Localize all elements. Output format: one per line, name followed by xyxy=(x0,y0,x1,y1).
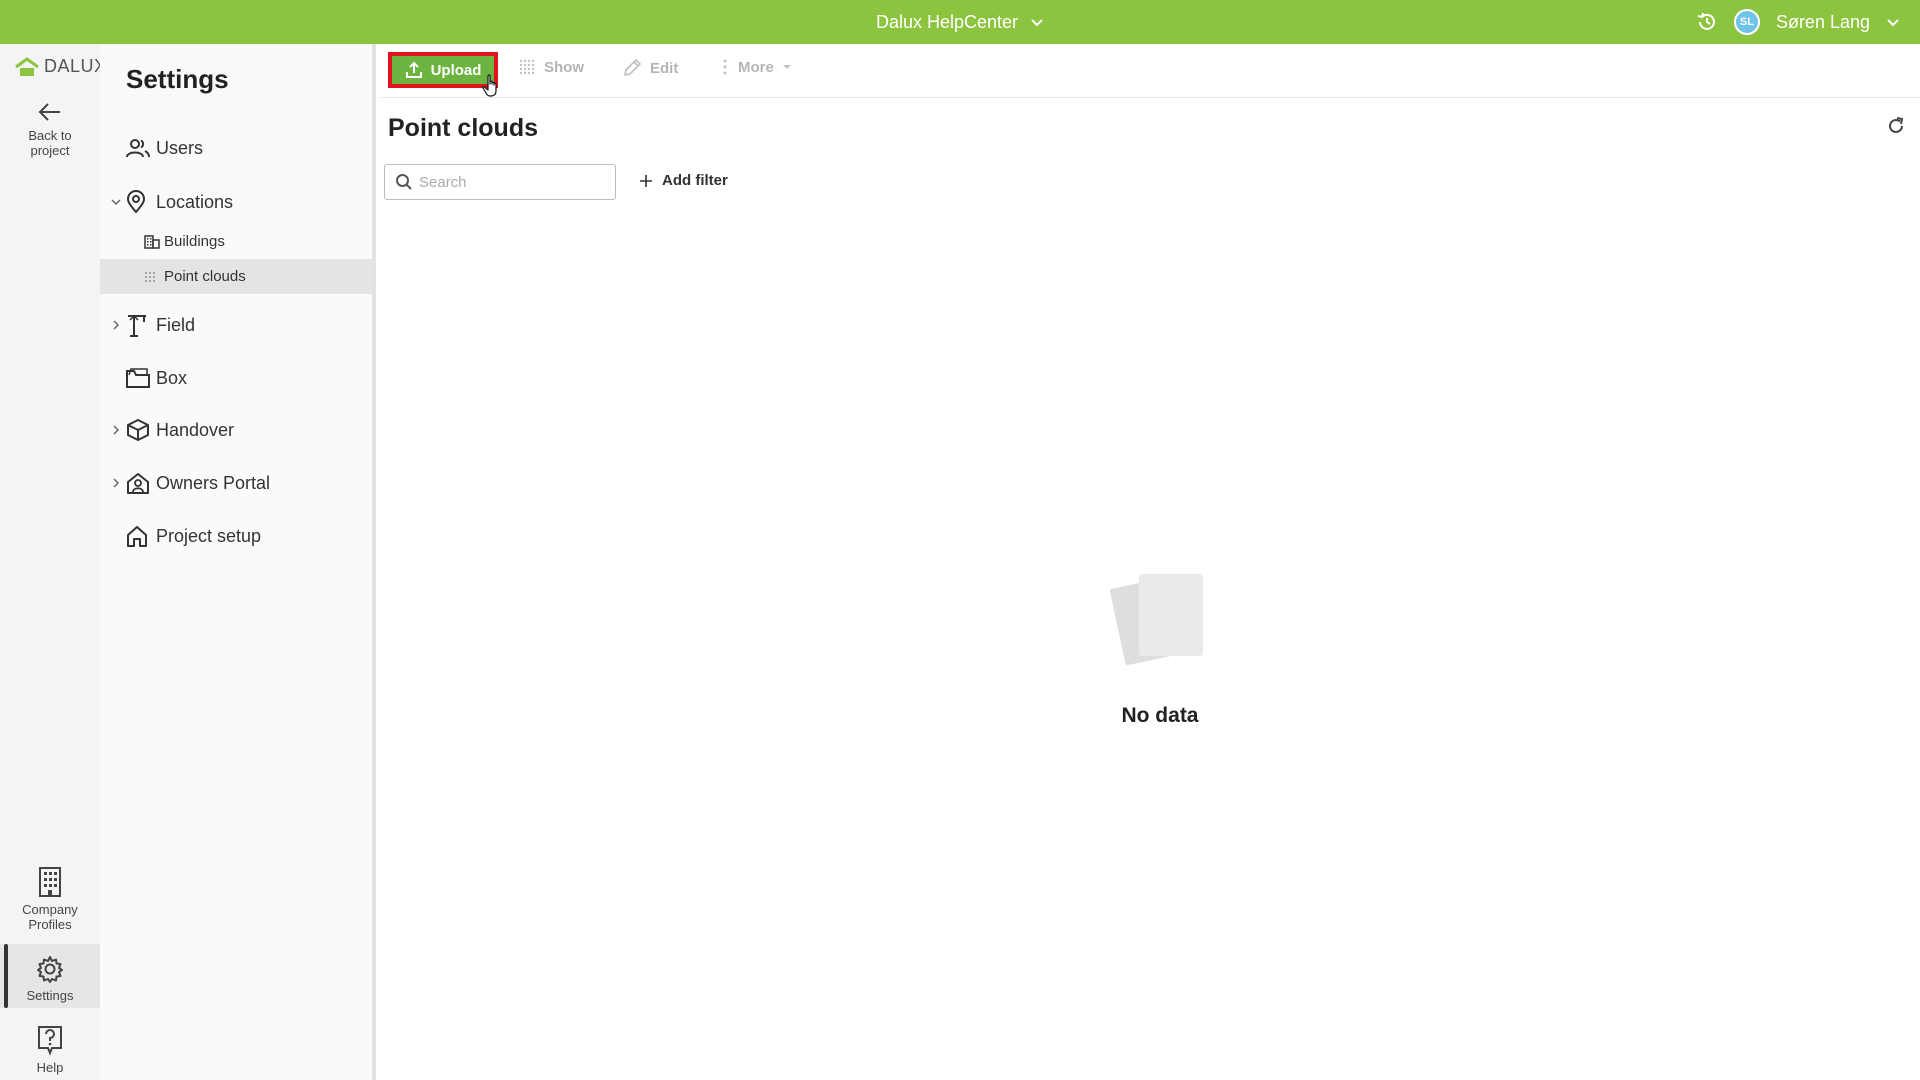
help-label: Help xyxy=(36,1060,64,1075)
owners-portal-icon xyxy=(126,472,156,494)
settings-item-field[interactable]: Field xyxy=(100,307,372,343)
buildings-icon xyxy=(144,234,164,249)
more-label: More xyxy=(738,58,774,76)
settings-nav-label: Settings xyxy=(26,988,74,1003)
chevron-right-icon[interactable] xyxy=(100,424,126,436)
edit-label: Edit xyxy=(650,59,679,77)
users-icon xyxy=(126,138,156,158)
left-rail: DALUX Back to project Company Profiles S… xyxy=(0,44,106,1080)
settings-item-project-setup[interactable]: Project setup xyxy=(100,518,372,554)
building-icon xyxy=(39,867,61,897)
point-cloud-icon xyxy=(144,271,164,283)
logo-text: DALUX xyxy=(44,56,107,76)
company-profiles-label: Company Profiles xyxy=(22,902,78,932)
empty-state-label: No data xyxy=(1121,704,1199,727)
settings-item-label: Field xyxy=(156,314,196,335)
caret-down-icon xyxy=(782,65,791,69)
empty-document-icon xyxy=(1109,574,1203,666)
search-input[interactable] xyxy=(419,173,599,191)
chevron-down-icon[interactable] xyxy=(100,196,126,208)
add-filter-button[interactable]: Add filter xyxy=(638,172,728,189)
settings-item-box[interactable]: Box xyxy=(100,360,372,396)
top-bar: Dalux HelpCenter SL Søren Lang xyxy=(0,0,1920,44)
field-crane-icon xyxy=(126,313,156,337)
more-menu-button[interactable]: More xyxy=(720,58,792,76)
chevron-right-icon[interactable] xyxy=(100,319,126,331)
settings-subitem-buildings[interactable]: Buildings xyxy=(100,224,372,259)
pencil-icon xyxy=(624,59,641,76)
handover-cube-icon xyxy=(126,418,156,442)
location-pin-icon xyxy=(126,190,156,214)
upload-label: Upload xyxy=(430,61,482,79)
avatar[interactable]: SL xyxy=(1733,9,1760,35)
settings-item-label: Project setup xyxy=(156,525,262,546)
project-selector[interactable]: Dalux HelpCenter xyxy=(876,0,1044,44)
help-button[interactable]: Help xyxy=(0,1024,100,1075)
house-logo-icon xyxy=(15,57,39,76)
settings-subitem-label: Point clouds xyxy=(164,268,246,285)
settings-subitem-label: Buildings xyxy=(164,233,225,250)
edit-button[interactable]: Edit xyxy=(622,58,678,78)
search-icon xyxy=(396,174,412,190)
grid-dots-icon xyxy=(519,59,535,75)
more-vertical-icon xyxy=(723,59,727,75)
empty-state: No data xyxy=(1060,564,1260,728)
settings-item-label: Locations xyxy=(156,191,234,212)
settings-title: Settings xyxy=(126,64,229,94)
settings-item-locations[interactable]: Locations xyxy=(100,184,372,220)
help-question-icon xyxy=(38,1026,62,1056)
settings-nav-button[interactable]: Settings xyxy=(0,944,100,1008)
refresh-icon[interactable] xyxy=(1886,116,1906,141)
back-to-project-button[interactable]: Back to project xyxy=(0,100,100,158)
upload-icon xyxy=(405,61,422,78)
toolbar: Upload Show Edit More xyxy=(380,44,1920,98)
settings-item-users[interactable]: Users xyxy=(100,130,372,166)
page-title: Point clouds xyxy=(388,114,538,142)
plus-icon xyxy=(640,174,652,187)
back-to-project-label: Back to project xyxy=(28,128,72,158)
settings-item-label: Handover xyxy=(156,419,235,440)
hand-cursor-icon xyxy=(482,74,500,103)
add-filter-label: Add filter xyxy=(662,172,728,189)
box-folder-icon xyxy=(126,368,156,388)
chevron-down-icon xyxy=(1030,15,1044,29)
search-box[interactable] xyxy=(384,164,616,200)
settings-subitem-point-clouds[interactable]: Point clouds xyxy=(100,259,372,294)
arrow-left-icon xyxy=(38,103,60,121)
show-label: Show xyxy=(544,58,584,76)
main-content: Upload Show Edit More Point clouds Add f… xyxy=(380,44,1920,1080)
show-button[interactable]: Show xyxy=(518,58,584,76)
project-title: Dalux HelpCenter xyxy=(875,11,1019,32)
settings-item-handover[interactable]: Handover xyxy=(100,412,372,448)
chevron-right-icon[interactable] xyxy=(100,477,126,489)
settings-item-label: Box xyxy=(156,367,188,388)
settings-panel: Settings Users Locations Buildings Point… xyxy=(100,44,376,1080)
settings-item-label: Owners Portal xyxy=(156,472,271,493)
gear-icon xyxy=(37,956,63,983)
settings-item-owners-portal[interactable]: Owners Portal xyxy=(100,465,372,501)
user-name[interactable]: Søren Lang xyxy=(1776,12,1870,33)
company-profiles-button[interactable]: Company Profiles xyxy=(0,866,100,932)
dalux-logo[interactable]: DALUX xyxy=(14,56,107,77)
home-icon xyxy=(126,525,156,547)
user-menu-chevron-icon[interactable] xyxy=(1886,15,1900,29)
settings-item-label: Users xyxy=(156,137,204,158)
history-icon[interactable] xyxy=(1696,11,1718,33)
